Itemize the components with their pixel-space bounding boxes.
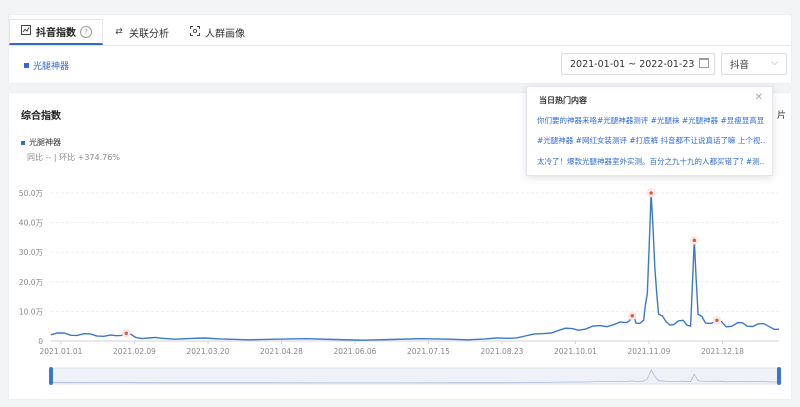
index-panel: 抖音指数 ? ⇄ 关联分析 人群画像 光腿神器 2021-01-01 ~ 202…	[8, 14, 792, 84]
chevron-down-icon: ⌵	[771, 58, 778, 68]
y-tick-label: 40.0万	[19, 219, 44, 228]
y-tick-label: 50.0万	[19, 189, 44, 198]
x-tick-label: 2021.06.06	[334, 347, 377, 356]
y-tick-label: 0	[38, 337, 43, 346]
trend-box-icon	[20, 25, 32, 38]
tab-label: 关联分析	[129, 28, 169, 40]
platform-select[interactable]: 抖音 ⌵	[721, 53, 787, 75]
x-tick-label: 2021.12.18	[701, 347, 744, 356]
highlight-marker	[629, 313, 635, 319]
popup-title: 当日热门内容	[539, 96, 587, 105]
hot-content-item[interactable]: #光腿神器 #网红女装测评 #打底裤 抖音都不让说真话了嘛 上个视...	[537, 135, 765, 146]
tab-label: 抖音指数	[36, 28, 76, 39]
close-icon[interactable]: ✕	[755, 92, 763, 103]
help-icon[interactable]: ?	[80, 25, 92, 38]
zoom-handle-left	[49, 367, 53, 385]
face-scan-icon	[189, 25, 201, 39]
tab-divider	[9, 45, 791, 46]
calendar-icon	[699, 58, 709, 68]
keyword-color-swatch	[24, 63, 29, 68]
hot-content-item[interactable]: 你们要的神器来咯#光腿神器测评 #光腿袜 #光腿神器 #显瘦显高显...	[537, 115, 765, 126]
keyword-tag[interactable]: 光腿神器	[24, 59, 69, 72]
x-tick-label: 2021.01.01	[40, 347, 83, 356]
hot-content-popup: 当日热门内容 ✕ 你们要的神器来咯#光腿神器测评 #光腿袜 #光腿神器 #显瘦显…	[526, 86, 773, 176]
tab-bar: 抖音指数 ? ⇄ 关联分析 人群画像	[9, 19, 255, 45]
x-tick-label: 2021.04.28	[260, 347, 303, 356]
swap-arrows-icon: ⇄	[115, 27, 123, 37]
highlight-marker	[691, 237, 697, 243]
x-tick-label: 2021.03.20	[187, 347, 230, 356]
tab-label: 人群画像	[205, 28, 245, 40]
y-tick-label: 20.0万	[19, 278, 44, 287]
series-line	[50, 192, 780, 341]
date-range-value: 2021-01-01 ~ 2022-01-23	[570, 58, 695, 70]
x-tick-label: 2021.10.01	[554, 347, 597, 356]
y-tick-label: 30.0万	[19, 248, 44, 257]
date-range-picker[interactable]: 2021-01-01 ~ 2022-01-23	[561, 53, 715, 75]
zoom-handle-right	[777, 367, 781, 385]
tab-related-analysis[interactable]: ⇄ 关联分析	[103, 19, 179, 45]
x-tick-label: 2021.11.09	[628, 347, 671, 356]
hot-content-item[interactable]: 太冷了！爆款光腿神器室外实测。百分之九十九的人都买错了? #测...	[537, 156, 765, 167]
tab-douyin-index[interactable]: 抖音指数 ?	[9, 19, 103, 45]
platform-value: 抖音	[730, 60, 750, 71]
x-tick-label: 2021.08.23	[481, 347, 524, 356]
highlight-marker	[648, 190, 654, 196]
highlight-marker	[123, 330, 129, 336]
keyword-label: 光腿神器	[33, 62, 70, 72]
y-tick-label: 10.0万	[19, 307, 44, 316]
x-tick-label: 2021.02.09	[113, 347, 156, 356]
highlight-marker	[714, 317, 720, 323]
tab-audience-profile[interactable]: 人群画像	[179, 19, 255, 45]
x-tick-label: 2021.07.15	[407, 347, 450, 356]
